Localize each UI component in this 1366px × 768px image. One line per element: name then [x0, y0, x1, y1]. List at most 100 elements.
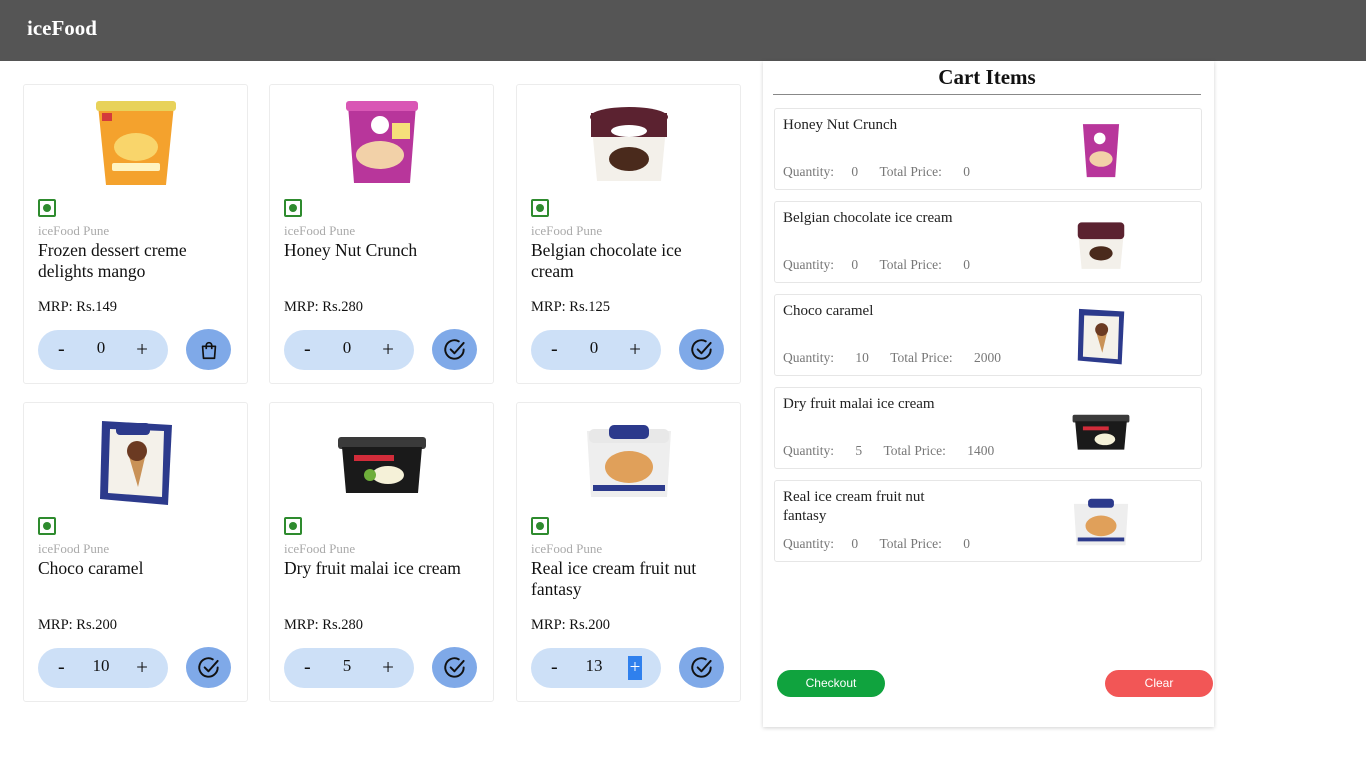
- veg-icon: [531, 199, 549, 217]
- choco-caramel-tub-image: [99, 421, 172, 505]
- product-card: iceFood Pune Honey Nut Crunch MRP: Rs.28…: [269, 84, 494, 384]
- quantity-label: Quantity:: [783, 350, 834, 365]
- product-name: Real ice cream fruit nut fantasy: [531, 558, 697, 599]
- total-value: 0: [963, 164, 971, 179]
- veg-icon: [38, 199, 56, 217]
- quantity-stepper: - 0 +: [38, 330, 168, 370]
- in-cart-button[interactable]: [679, 329, 724, 370]
- quantity-stepper: - 0 +: [284, 330, 414, 370]
- veg-icon: [531, 517, 549, 535]
- product-name: Belgian chocolate ice cream: [531, 240, 682, 281]
- product-name: Choco caramel: [38, 558, 144, 578]
- veg-icon: [284, 517, 302, 535]
- total-value: 0: [963, 257, 971, 272]
- in-cart-button[interactable]: [432, 647, 477, 688]
- cart-item-info: Quantity: 0 Total Price: 0: [783, 257, 970, 273]
- cart-item-name: Real ice cream fruit nut fantasy: [783, 489, 925, 524]
- quantity-stepper: - 10 +: [38, 648, 168, 688]
- quantity-stepper: - 13 +: [531, 648, 661, 688]
- belgian-chocolate-thumbnail: [1077, 222, 1125, 269]
- quantity-value: 10: [855, 350, 869, 365]
- quantity-label: Quantity:: [783, 443, 834, 458]
- total-label: Total Price:: [879, 164, 942, 179]
- increment-button[interactable]: +: [136, 337, 148, 362]
- cart-item: Real ice cream fruit nut fantasy Quantit…: [774, 480, 1202, 562]
- product-card: iceFood Pune Dry fruit malai ice cream M…: [269, 402, 494, 702]
- checkout-button[interactable]: Checkout: [777, 670, 885, 697]
- product-card: iceFood Pune Frozen dessert creme deligh…: [23, 84, 248, 384]
- product-price: MRP: Rs.200: [38, 617, 117, 633]
- cart-item-name: Dry fruit malai ice cream: [783, 396, 935, 412]
- quantity-label: Quantity:: [783, 257, 834, 272]
- product-name: Frozen dessert creme delights mango: [38, 240, 187, 281]
- in-cart-button[interactable]: [679, 647, 724, 688]
- belgian-chocolate-tub-image: [589, 107, 668, 181]
- cart-item: Belgian chocolate ice cream Quantity: 0 …: [774, 201, 1202, 283]
- store-name: iceFood Pune: [38, 541, 110, 556]
- honey-nut-crunch-thumbnail: [1082, 124, 1120, 178]
- store-name: iceFood Pune: [284, 541, 356, 556]
- product-price: MRP: Rs.200: [531, 617, 610, 633]
- quantity-value: 0: [851, 536, 859, 551]
- total-label: Total Price:: [879, 536, 942, 551]
- in-cart-button[interactable]: [432, 329, 477, 370]
- store-name: iceFood Pune: [284, 223, 356, 238]
- choco-caramel-thumbnail: [1077, 308, 1125, 365]
- quantity-stepper: - 0 +: [531, 330, 661, 370]
- quantity-value: 0: [851, 164, 859, 179]
- mango-ice-cream-tub-image: [95, 101, 176, 185]
- product-grid: iceFood Pune Frozen dessert creme deligh…: [23, 84, 743, 704]
- cart-title: Cart Items: [938, 65, 1036, 89]
- increment-button[interactable]: +: [382, 655, 394, 680]
- add-to-cart-button[interactable]: [186, 329, 231, 370]
- total-label: Total Price:: [883, 443, 946, 458]
- cart-item-info: Quantity: 10 Total Price: 2000: [783, 350, 1001, 366]
- veg-icon: [38, 517, 56, 535]
- check-circle-icon: [443, 656, 465, 678]
- total-label: Total Price:: [879, 257, 942, 272]
- store-name: iceFood Pune: [531, 223, 603, 238]
- product-price: MRP: Rs.280: [284, 617, 363, 633]
- total-value: 1400: [967, 443, 995, 458]
- cart-item-info: Quantity: 0 Total Price: 0: [783, 164, 970, 180]
- increment-button[interactable]: +: [628, 656, 642, 680]
- in-cart-button[interactable]: [186, 647, 231, 688]
- check-circle-icon: [690, 338, 712, 360]
- product-price: MRP: Rs.149: [38, 299, 117, 315]
- quantity-label: Quantity:: [783, 536, 834, 551]
- cart-item: Choco caramel Quantity: 10 Total Price: …: [774, 294, 1202, 376]
- cart-item-name: Belgian chocolate ice cream: [783, 210, 953, 226]
- divider: [773, 94, 1201, 95]
- check-circle-icon: [197, 656, 219, 678]
- cart-item: Honey Nut Crunch Quantity: 0 Total Price…: [774, 108, 1202, 190]
- increment-button[interactable]: +: [136, 655, 148, 680]
- product-name: Dry fruit malai ice cream: [284, 558, 461, 578]
- increment-button[interactable]: +: [629, 337, 641, 362]
- product-name: Honey Nut Crunch: [284, 240, 418, 260]
- quantity-label: Quantity:: [783, 164, 834, 179]
- dry-fruit-malai-tub-image: [337, 437, 426, 493]
- brand-logo[interactable]: iceFood: [27, 16, 97, 41]
- increment-button[interactable]: +: [382, 337, 394, 362]
- product-card: iceFood Pune Belgian chocolate ice cream…: [516, 84, 741, 384]
- total-label: Total Price:: [890, 350, 953, 365]
- top-navbar: iceFood: [0, 0, 1366, 61]
- cart-item-info: Quantity: 0 Total Price: 0: [783, 536, 970, 552]
- cart-item-name: Choco caramel: [783, 303, 874, 319]
- check-circle-icon: [443, 338, 465, 360]
- veg-icon: [284, 199, 302, 217]
- store-name: iceFood Pune: [38, 223, 110, 238]
- cart-item-info: Quantity: 5 Total Price: 1400: [783, 443, 994, 459]
- fruit-nut-fantasy-thumbnail: [1073, 498, 1129, 546]
- bag-icon: [201, 341, 216, 359]
- quantity-value: 0: [851, 257, 859, 272]
- product-price: MRP: Rs.280: [284, 299, 363, 315]
- quantity-stepper: - 5 +: [284, 648, 414, 688]
- check-circle-icon: [690, 656, 712, 678]
- store-name: iceFood Pune: [531, 541, 603, 556]
- honey-nut-crunch-tub-image: [345, 101, 418, 183]
- total-value: 2000: [974, 350, 1002, 365]
- product-card: iceFood Pune Choco caramel MRP: Rs.200 -…: [23, 402, 248, 702]
- fruit-nut-fantasy-tub-image: [586, 425, 671, 497]
- clear-cart-button[interactable]: Clear: [1105, 670, 1213, 697]
